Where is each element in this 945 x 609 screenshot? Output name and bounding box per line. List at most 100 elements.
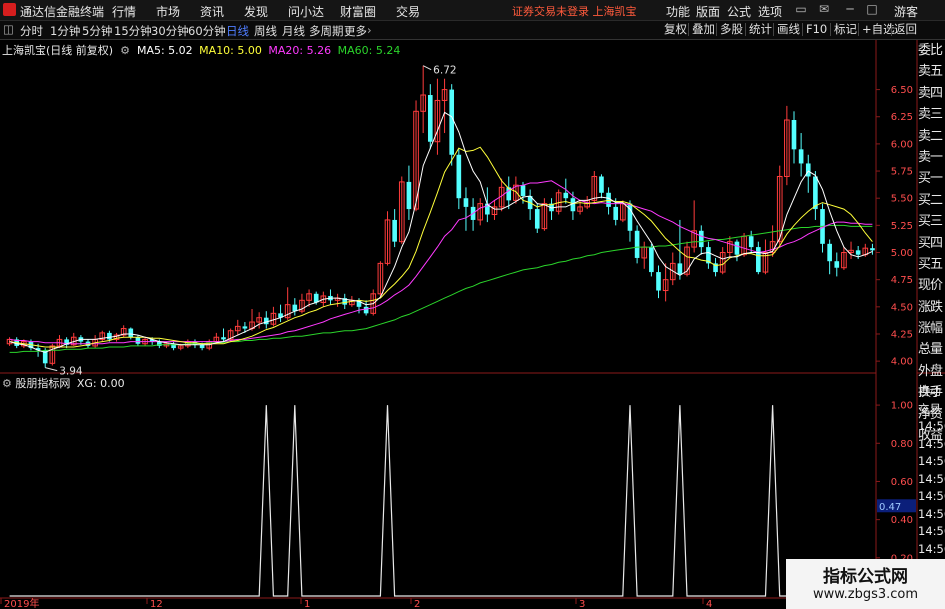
side-item[interactable]: 买一 bbox=[918, 168, 945, 189]
candle bbox=[599, 176, 604, 193]
side-item[interactable]: 14:56 bbox=[918, 488, 945, 506]
side-item[interactable]: 买二 bbox=[918, 190, 945, 211]
side-item[interactable]: 14:56 bbox=[918, 471, 945, 489]
settings-icon[interactable]: ⚙ bbox=[117, 44, 134, 57]
xg-line bbox=[9, 405, 873, 597]
watermark: 指标公式网 www.zbgs3.com bbox=[786, 559, 945, 609]
indicator-tick-label: 0.40 bbox=[891, 515, 913, 526]
side-item[interactable]: 买三 bbox=[918, 211, 945, 232]
y-tick-label: 5.50 bbox=[891, 194, 913, 205]
candle bbox=[634, 230, 640, 258]
y-tick-label: 5.00 bbox=[891, 248, 913, 259]
side-item[interactable]: 自动 bbox=[918, 383, 945, 401]
candle bbox=[563, 192, 569, 199]
candle bbox=[613, 206, 619, 220]
y-tick-label: 5.75 bbox=[891, 167, 913, 178]
side-item[interactable]: 买五 bbox=[918, 254, 945, 275]
candle bbox=[520, 185, 526, 197]
candle bbox=[221, 337, 226, 340]
candle bbox=[834, 261, 840, 268]
kline-chart[interactable]: 6.50 6.25 6.00 5.75 5.50 5.25 5.00 4.75 4.50 4.25… bbox=[0, 0, 945, 609]
candle bbox=[263, 317, 269, 325]
candle bbox=[242, 326, 248, 329]
ma60-line bbox=[9, 224, 873, 353]
candle bbox=[813, 176, 818, 210]
xg-value: XG: 0.00 bbox=[76, 377, 125, 390]
ma20-line bbox=[9, 180, 873, 345]
side-item[interactable]: 14:56 bbox=[918, 506, 945, 524]
x-tick-label: 2019年 bbox=[4, 597, 39, 609]
indicator-tick-label: 0.80 bbox=[891, 439, 913, 450]
side-item[interactable]: 卖五 bbox=[918, 61, 945, 82]
side-item[interactable]: 卖二 bbox=[918, 126, 945, 147]
candle bbox=[827, 243, 832, 262]
indicator-name[interactable]: 股朋指标网 bbox=[15, 377, 70, 390]
candle bbox=[606, 192, 611, 207]
side-item[interactable]: 涨幅 bbox=[918, 318, 945, 339]
ma20-label: MA20: 5.26 bbox=[268, 44, 332, 57]
candle bbox=[656, 272, 661, 291]
candle bbox=[199, 344, 205, 349]
x-tick-label: 4 bbox=[706, 599, 712, 609]
y-tick-label: 6.25 bbox=[891, 112, 913, 123]
candle bbox=[449, 89, 455, 155]
current-value-label: 0.47 bbox=[879, 502, 901, 513]
candle bbox=[698, 230, 704, 248]
candle bbox=[427, 95, 433, 142]
side-item[interactable]: 卖三 bbox=[918, 104, 945, 125]
candle bbox=[649, 247, 654, 273]
high-label: 6.72 bbox=[433, 65, 456, 77]
candle bbox=[363, 306, 369, 314]
side-item[interactable]: 14:56 bbox=[918, 541, 945, 559]
side-item[interactable]: 总量 bbox=[918, 339, 945, 360]
side-item[interactable]: 外盘 bbox=[918, 361, 945, 382]
side-item[interactable]: 委比 bbox=[918, 40, 945, 61]
candle bbox=[534, 209, 540, 229]
candle bbox=[798, 149, 804, 164]
watermark-url: www.zbgs3.com bbox=[812, 587, 919, 602]
y-tick-label: 6.00 bbox=[891, 139, 913, 150]
indicator-tick-label: 0.60 bbox=[891, 477, 913, 488]
candle bbox=[107, 332, 112, 340]
y-tick-label: 6.50 bbox=[891, 85, 913, 96]
side-item[interactable]: 14:56 bbox=[918, 436, 945, 454]
stock-name[interactable]: 上海凯宝(日线 前复权) bbox=[2, 44, 113, 57]
indicator-tick-label: 1.00 bbox=[891, 401, 913, 412]
side-item[interactable]: 卖四 bbox=[918, 83, 945, 104]
indicator-legend: ⚙ 股朋指标网 XG: 0.00 bbox=[2, 375, 125, 391]
candle bbox=[313, 293, 319, 303]
side-item[interactable]: 现价 bbox=[918, 275, 945, 296]
settings-icon[interactable]: ⚙ bbox=[2, 377, 12, 390]
candle bbox=[791, 120, 797, 150]
ma10-label: MA10: 5.00 bbox=[199, 44, 262, 57]
y-tick-label: 4.00 bbox=[891, 357, 913, 368]
y-tick-label: 5.25 bbox=[891, 221, 913, 232]
x-tick-label: 12 bbox=[150, 599, 163, 609]
ma-legend: 上海凯宝(日线 前复权) ⚙ MA5: 5.02 MA10: 5.00 MA20… bbox=[2, 42, 400, 58]
ma60-label: MA60: 5.24 bbox=[337, 44, 401, 57]
ma5-label: MA5: 5.02 bbox=[136, 44, 193, 57]
candle bbox=[463, 198, 469, 207]
side-item[interactable]: 买四 bbox=[918, 233, 945, 254]
candle bbox=[677, 263, 683, 275]
x-tick-label: 1 bbox=[304, 599, 310, 609]
candle bbox=[135, 337, 141, 344]
watermark-title: 指标公式网 bbox=[823, 567, 908, 587]
side-item[interactable]: 涨跌 bbox=[918, 297, 945, 318]
y-tick-label: 4.75 bbox=[891, 275, 913, 286]
side-item[interactable]: 卖一 bbox=[918, 147, 945, 168]
candle bbox=[805, 163, 811, 177]
candle bbox=[748, 236, 754, 248]
side-item[interactable]: 14:56 bbox=[918, 418, 945, 436]
candle bbox=[406, 181, 412, 210]
high-marker bbox=[422, 65, 432, 71]
candle bbox=[756, 247, 761, 273]
side-item[interactable]: 14:56 bbox=[918, 523, 945, 541]
candle bbox=[392, 219, 397, 242]
side-item[interactable]: 14:56 bbox=[918, 453, 945, 471]
y-tick-label: 4.25 bbox=[891, 329, 913, 340]
candle bbox=[855, 250, 861, 255]
low-marker bbox=[45, 367, 58, 372]
ma10-line bbox=[9, 146, 873, 348]
side-item[interactable]: 交易 bbox=[918, 401, 945, 419]
